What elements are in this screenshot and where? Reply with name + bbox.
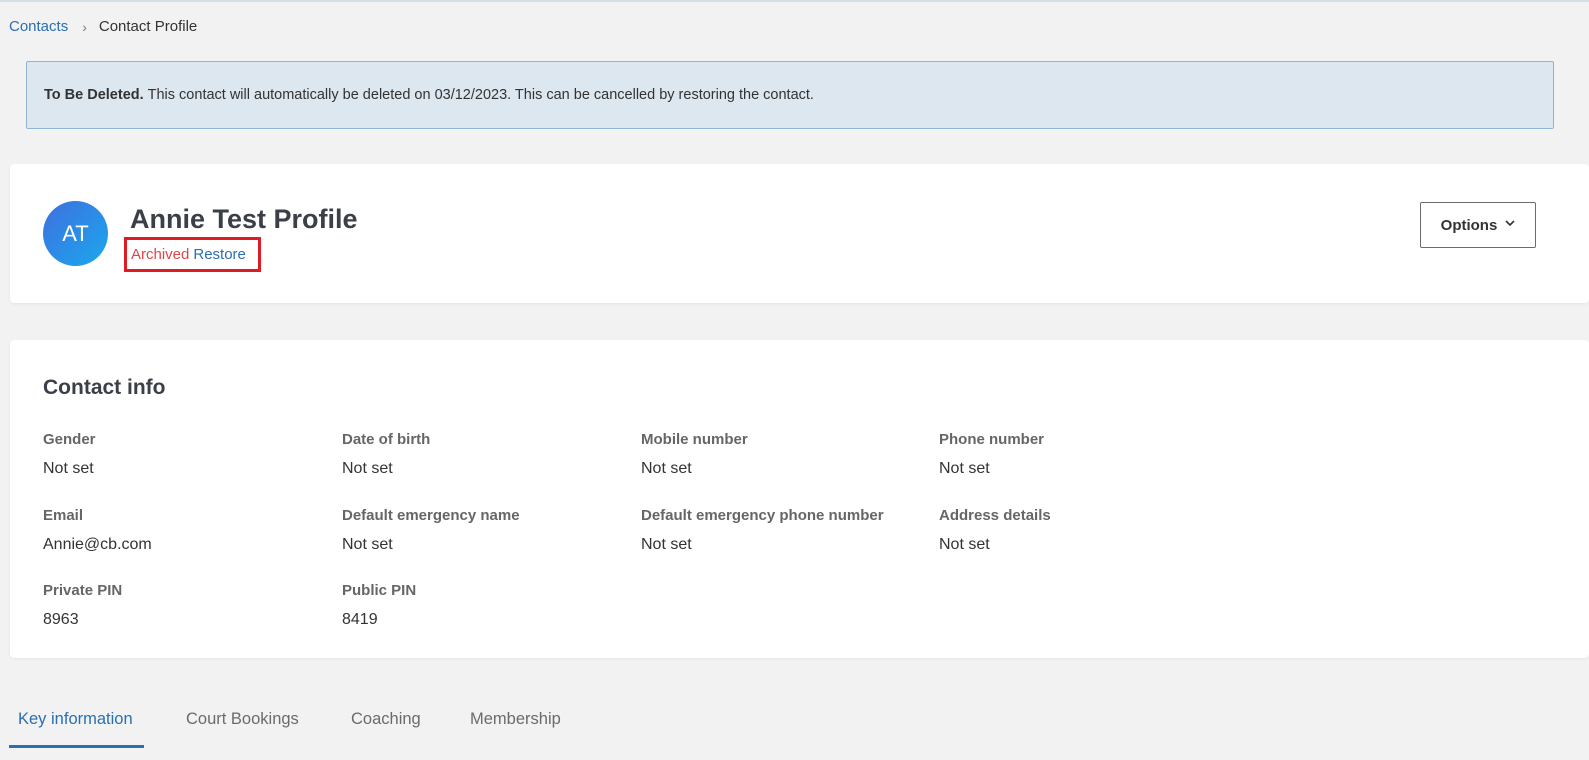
field-label: Email [43, 507, 84, 524]
chevron-down-icon [1505, 219, 1515, 230]
field-label: Public PIN [342, 582, 417, 599]
field-address-details: Address details Not set [939, 507, 1229, 555]
breadcrumb-current: Contact Profile [98, 18, 198, 35]
field-value: Not set [342, 536, 393, 553]
active-tab-indicator [9, 745, 144, 748]
status-highlight-box: Archived Restore [124, 237, 261, 272]
field-value: 8963 [43, 611, 79, 628]
top-border [0, 0, 1589, 2]
field-value: Not set [43, 460, 94, 477]
breadcrumb-contacts-link[interactable]: Contacts [9, 18, 68, 35]
tab-court-bookings[interactable]: Court Bookings [186, 710, 299, 750]
tab-key-information[interactable]: Key information [18, 710, 133, 750]
avatar: AT [43, 201, 108, 266]
restore-link[interactable]: Restore [193, 246, 246, 263]
field-value: 8419 [342, 611, 378, 628]
alert-title: To Be Deleted. [44, 87, 144, 103]
field-value: Not set [939, 536, 990, 553]
tab-coaching[interactable]: Coaching [351, 710, 421, 750]
field-private-pin: Private PIN 8963 [43, 582, 333, 630]
field-value: Not set [641, 536, 692, 553]
field-mobile-number: Mobile number Not set [641, 431, 931, 479]
archived-status-label: Archived [131, 246, 190, 263]
field-gender: Gender Not set [43, 431, 333, 479]
field-label: Date of birth [342, 431, 431, 448]
field-emergency-name: Default emergency name Not set [342, 507, 632, 555]
field-date-of-birth: Date of birth Not set [342, 431, 632, 479]
profile-tabs: Key information Court Bookings Coaching … [0, 700, 1589, 760]
profile-card: AT Annie Test Profile Archived Restore O… [10, 164, 1589, 303]
field-label: Private PIN [43, 582, 123, 599]
field-label: Phone number [939, 431, 1045, 448]
field-label: Default emergency phone number [641, 507, 884, 524]
tab-membership[interactable]: Membership [470, 710, 561, 750]
field-value: Not set [641, 460, 692, 477]
breadcrumb-separator-icon: › [82, 18, 87, 35]
field-phone-number: Phone number Not set [939, 431, 1229, 479]
profile-name: Annie Test Profile [130, 204, 358, 234]
field-value: Not set [939, 460, 990, 477]
contact-info-card: Contact info Gender Not set Date of birt… [10, 340, 1589, 658]
breadcrumb: Contacts › Contact Profile [9, 18, 197, 35]
field-public-pin: Public PIN 8419 [342, 582, 632, 630]
field-value: Not set [342, 460, 393, 477]
deletion-alert: To Be Deleted. This contact will automat… [26, 61, 1554, 129]
field-value: Annie@cb.com [43, 536, 152, 553]
field-label: Default emergency name [342, 507, 520, 524]
field-email: Email Annie@cb.com [43, 507, 333, 555]
contact-info-title: Contact info [43, 376, 166, 399]
field-label: Address details [939, 507, 1051, 524]
field-label: Mobile number [641, 431, 748, 448]
options-label: Options [1440, 216, 1498, 234]
options-button[interactable]: Options [1420, 202, 1536, 248]
field-emergency-phone: Default emergency phone number Not set [641, 507, 931, 555]
field-label: Gender [43, 431, 96, 448]
alert-message: This contact will automatically be delet… [147, 87, 814, 103]
